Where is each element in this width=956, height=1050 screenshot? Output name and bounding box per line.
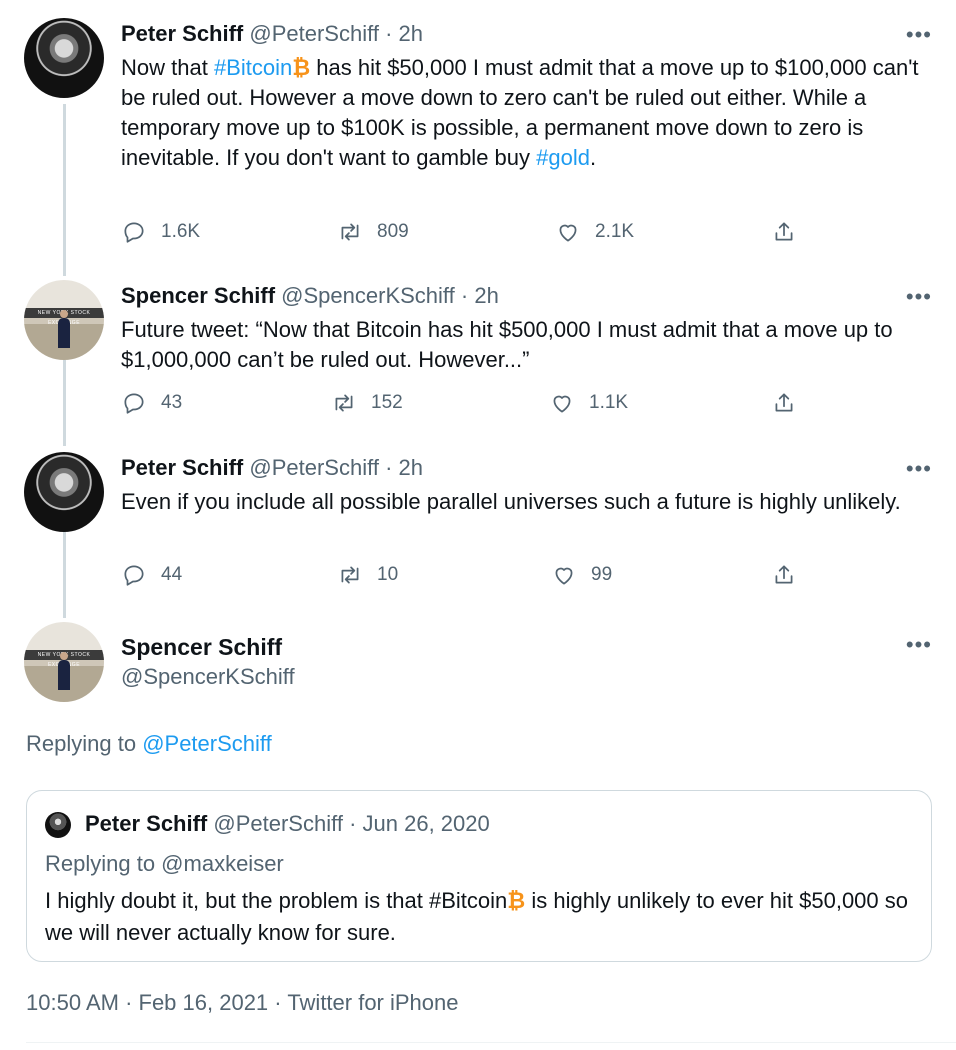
author-name[interactable]: Peter Schiff [121,21,243,46]
separator: · [385,455,393,480]
reply-icon [124,565,144,586]
retweet-button[interactable]: 10 [337,562,398,588]
more-options-button[interactable]: ••• [906,458,932,480]
avatar[interactable] [24,18,104,98]
like-count: 2.1K [595,221,635,242]
avatar [45,812,71,838]
avatar[interactable]: NEW YORK STOCK EXCHANGE [24,622,104,702]
reply-icon [124,222,144,243]
like-button[interactable]: 99 [551,562,612,588]
like-count: 1.1K [589,392,629,413]
reply-count: 43 [161,392,183,413]
quoted-replying-to: Replying to @maxkeiser [45,851,284,876]
bitcoin-emoji-icon: ₿ [507,888,526,913]
avatar-person [58,318,70,348]
avatar[interactable] [24,452,104,532]
retweet-button[interactable]: 152 [331,390,403,416]
retweet-icon [341,566,359,584]
share-button[interactable] [771,562,811,588]
retweet-count: 10 [377,564,399,585]
tweet-time[interactable]: 2h [474,283,498,308]
quoted-tweet-header: Peter Schiff @PeterSchiff · Jun 26, 2020 [85,811,490,837]
tweet-time[interactable]: 2h [399,455,423,480]
tweet-text: Even if you include all possible paralle… [121,489,901,514]
retweet-icon [341,223,359,241]
tweet-actions: 1.6K 809 2.1K [121,219,921,249]
more-options-button[interactable]: ••• [906,286,932,308]
retweet-button[interactable]: 809 [337,219,409,245]
avatar-person [60,310,68,318]
retweet-count: 152 [371,392,403,413]
avatar[interactable]: NEW YORK STOCK EXCHANGE [24,280,104,360]
quoted-tweet[interactable]: Peter Schiff @PeterSchiff · Jun 26, 2020… [26,790,932,962]
reply-count: 1.6K [161,221,201,242]
reply-count: 44 [161,564,183,585]
replying-to: Replying to @PeterSchiff [26,731,272,756]
tweet-time[interactable]: 2h [399,21,423,46]
reply-button[interactable]: 43 [121,390,182,416]
share-icon [775,222,793,241]
separator: · [385,21,393,46]
tweet-text: Now that #Bitcoin₿ has hit $50,000 I mus… [121,55,919,170]
tweet-header: Spencer Schiff @SpencerKSchiff · 2h [121,283,499,309]
thread-connector [63,532,66,618]
thread-connector [63,360,66,446]
retweet-count: 809 [377,221,409,242]
hashtag-link[interactable]: #gold [536,145,590,170]
separator: · [460,283,469,308]
like-button[interactable]: 1.1K [549,390,628,416]
share-icon [775,565,793,584]
tweet-text: Future tweet: “Now that Bitcoin has hit … [121,317,893,372]
more-options-button[interactable]: ••• [906,24,932,46]
divider [26,1042,956,1043]
thread-connector [63,104,66,276]
tweet-actions: 43 152 1.1K [121,390,921,420]
reply-button[interactable]: 44 [121,562,182,588]
tweet-timestamp[interactable]: 10:50 AM · Feb 16, 2021 · Twitter for iP… [26,990,459,1016]
more-options-button[interactable]: ••• [906,634,932,656]
share-button[interactable] [771,390,811,416]
author-handle[interactable]: @SpencerKSchiff [281,283,455,308]
tweet-actions: 44 10 99 [121,562,921,592]
avatar-person [60,652,68,660]
heart-icon [559,224,577,242]
author-handle: @PeterSchiff [213,811,343,836]
author-handle[interactable]: @PeterSchiff [249,455,379,480]
author-handle[interactable]: @SpencerKSchiff [121,664,295,690]
separator: · [349,811,357,836]
heart-icon [553,395,571,413]
share-button[interactable] [771,219,811,245]
tweet-header: Peter Schiff @PeterSchiff · 2h [121,21,423,47]
reply-button[interactable]: 1.6K [121,219,200,245]
tweet-date: Jun 26, 2020 [362,811,490,836]
author-name[interactable]: Spencer Schiff [121,283,275,308]
reply-icon [124,393,144,414]
like-button[interactable]: 2.1K [555,219,634,245]
hashtag-link[interactable]: #Bitcoin [214,55,292,80]
author-name: Peter Schiff [85,811,208,836]
tweet-header: Peter Schiff @PeterSchiff · 2h [121,455,423,481]
heart-icon [555,567,573,585]
author-name[interactable]: Spencer Schiff [121,634,282,661]
avatar-person [58,660,70,690]
share-icon [775,393,793,412]
replying-to-handle[interactable]: @PeterSchiff [142,731,272,756]
bitcoin-emoji-icon: ₿ [292,55,311,80]
author-handle[interactable]: @PeterSchiff [249,21,379,46]
quoted-tweet-text: I highly doubt it, but the problem is th… [45,888,908,945]
retweet-icon [335,394,353,412]
author-name[interactable]: Peter Schiff [121,455,243,480]
like-count: 99 [591,564,613,585]
